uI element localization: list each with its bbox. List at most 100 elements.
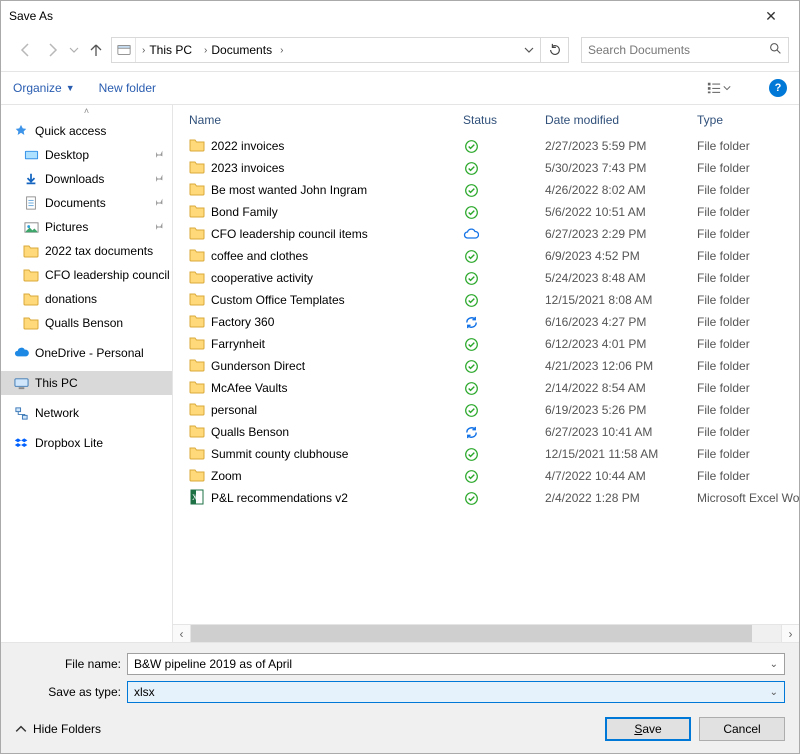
folder-icon: [23, 315, 39, 331]
folder-icon: [189, 181, 205, 200]
file-type: File folder: [697, 139, 799, 153]
pin-icon: [153, 220, 164, 234]
back-button[interactable]: [15, 39, 37, 61]
close-button[interactable]: ✕: [751, 8, 791, 25]
scroll-left-icon[interactable]: ‹: [173, 625, 191, 642]
breadcrumb-segment[interactable]: › This PC: [136, 38, 198, 62]
status-icon: [463, 358, 479, 374]
file-row[interactable]: Farrynheit6/12/2023 4:01 PMFile folder: [173, 333, 799, 355]
folder-icon: [23, 243, 39, 259]
folder-icon: [189, 269, 205, 288]
file-row[interactable]: Summit county clubhouse12/15/2021 11:58 …: [173, 443, 799, 465]
pin-icon: [153, 196, 164, 210]
sidebar-item[interactable]: 2022 tax documents: [1, 239, 172, 263]
file-name: coffee and clothes: [211, 249, 308, 263]
sidebar-item[interactable]: Qualls Benson: [1, 311, 172, 335]
help-button[interactable]: ?: [769, 79, 787, 97]
view-options-button[interactable]: [703, 77, 735, 99]
address-dropdown[interactable]: [518, 45, 540, 55]
sidebar-item-label: Qualls Benson: [45, 316, 123, 330]
footer: File name: B&W pipeline 2019 as of April…: [1, 642, 799, 753]
file-name: Zoom: [211, 469, 242, 483]
new-folder-button[interactable]: New folder: [99, 81, 156, 95]
up-button[interactable]: [85, 39, 107, 61]
file-rows: 2022 invoices2/27/2023 5:59 PMFile folde…: [173, 135, 799, 624]
status-icon: [463, 182, 479, 198]
horizontal-scrollbar[interactable]: ‹ ›: [173, 624, 799, 642]
sidebar-item-icon: [23, 195, 39, 211]
sidebar-quick-access[interactable]: Quick access: [1, 119, 172, 143]
scroll-thumb[interactable]: [191, 625, 752, 642]
sidebar-dropbox[interactable]: Dropbox Lite: [1, 431, 172, 455]
file-row[interactable]: Custom Office Templates12/15/2021 8:08 A…: [173, 289, 799, 311]
search-icon: [769, 42, 782, 58]
col-name[interactable]: Name: [189, 113, 463, 127]
file-name: Gunderson Direct: [211, 359, 305, 373]
file-row[interactable]: personal 6/19/2023 5:26 PMFile folder: [173, 399, 799, 421]
file-row[interactable]: CFO leadership council items6/27/2023 2:…: [173, 223, 799, 245]
sidebar-item[interactable]: Downloads: [1, 167, 172, 191]
svg-text:X: X: [192, 493, 198, 502]
file-name: CFO leadership council items: [211, 227, 368, 241]
file-row[interactable]: XP&L recommendations v22/4/2022 1:28 PMM…: [173, 487, 799, 509]
chevron-up-icon[interactable]: ˄: [1, 105, 172, 117]
save-as-type-select[interactable]: xlsx ⌄: [127, 681, 785, 703]
file-row[interactable]: 2022 invoices2/27/2023 5:59 PMFile folde…: [173, 135, 799, 157]
breadcrumb-tail[interactable]: ›: [278, 38, 289, 62]
recent-locations-button[interactable]: [67, 39, 81, 61]
file-type: File folder: [697, 403, 799, 417]
filename-input[interactable]: B&W pipeline 2019 as of April ⌄: [127, 653, 785, 675]
status-icon: [463, 402, 479, 418]
organize-label: Organize: [13, 81, 62, 95]
scroll-right-icon[interactable]: ›: [781, 625, 799, 642]
sidebar-item-label: Network: [35, 406, 79, 420]
sidebar-item[interactable]: CFO leadership council items: [1, 263, 172, 287]
file-row[interactable]: Bond Family5/6/2022 10:51 AMFile folder: [173, 201, 799, 223]
sidebar-item[interactable]: Desktop: [1, 143, 172, 167]
file-name: Bond Family: [211, 205, 278, 219]
save-button[interactable]: Save: [605, 717, 691, 741]
file-row[interactable]: Factory 3606/16/2023 4:27 PMFile folder: [173, 311, 799, 333]
status-icon: [463, 160, 479, 176]
col-status[interactable]: Status: [463, 113, 545, 127]
address-bar[interactable]: › This PC › Documents ›: [111, 37, 541, 63]
cancel-button[interactable]: Cancel: [699, 717, 785, 741]
col-type[interactable]: Type: [697, 113, 799, 127]
file-row[interactable]: Be most wanted John Ingram4/26/2022 8:02…: [173, 179, 799, 201]
folder-icon: [189, 423, 205, 442]
file-row[interactable]: coffee and clothes6/9/2023 4:52 PMFile f…: [173, 245, 799, 267]
sidebar-onedrive[interactable]: OneDrive - Personal: [1, 341, 172, 365]
status-icon: [463, 138, 479, 154]
breadcrumb-label: Documents: [211, 43, 272, 57]
sidebar-this-pc[interactable]: This PC: [1, 371, 172, 395]
chevron-down-icon[interactable]: ⌄: [770, 687, 778, 698]
folder-icon: [189, 159, 205, 178]
sidebar-item[interactable]: donations: [1, 287, 172, 311]
file-name: Factory 360: [211, 315, 274, 329]
search-input[interactable]: Search Documents: [581, 37, 789, 63]
hide-folders-button[interactable]: Hide Folders: [15, 722, 101, 736]
scroll-track[interactable]: [191, 625, 781, 642]
status-icon: [463, 204, 479, 220]
chevron-down-icon[interactable]: ⌄: [770, 659, 778, 670]
file-type: File folder: [697, 315, 799, 329]
file-row[interactable]: 2023 invoices5/30/2023 7:43 PMFile folde…: [173, 157, 799, 179]
folder-icon: [189, 247, 205, 266]
sidebar-network[interactable]: Network: [1, 401, 172, 425]
col-date[interactable]: Date modified: [545, 113, 697, 127]
organize-button[interactable]: Organize ▼: [13, 81, 75, 95]
file-row[interactable]: Gunderson Direct4/21/2023 12:06 PMFile f…: [173, 355, 799, 377]
file-row[interactable]: McAfee Vaults2/14/2022 8:54 AMFile folde…: [173, 377, 799, 399]
forward-button[interactable]: [41, 39, 63, 61]
file-row[interactable]: cooperative activity5/24/2023 8:48 AMFil…: [173, 267, 799, 289]
sidebar-item[interactable]: Pictures: [1, 215, 172, 239]
file-row[interactable]: Qualls Benson6/27/2023 10:41 AMFile fold…: [173, 421, 799, 443]
new-folder-label: New folder: [99, 81, 156, 95]
file-date: 5/30/2023 7:43 PM: [545, 161, 697, 175]
file-date: 6/19/2023 5:26 PM: [545, 403, 697, 417]
file-name: personal: [211, 403, 257, 417]
file-row[interactable]: Zoom4/7/2022 10:44 AMFile folder: [173, 465, 799, 487]
breadcrumb-segment[interactable]: › Documents: [198, 38, 278, 62]
refresh-button[interactable]: [541, 37, 569, 63]
sidebar-item[interactable]: Documents: [1, 191, 172, 215]
